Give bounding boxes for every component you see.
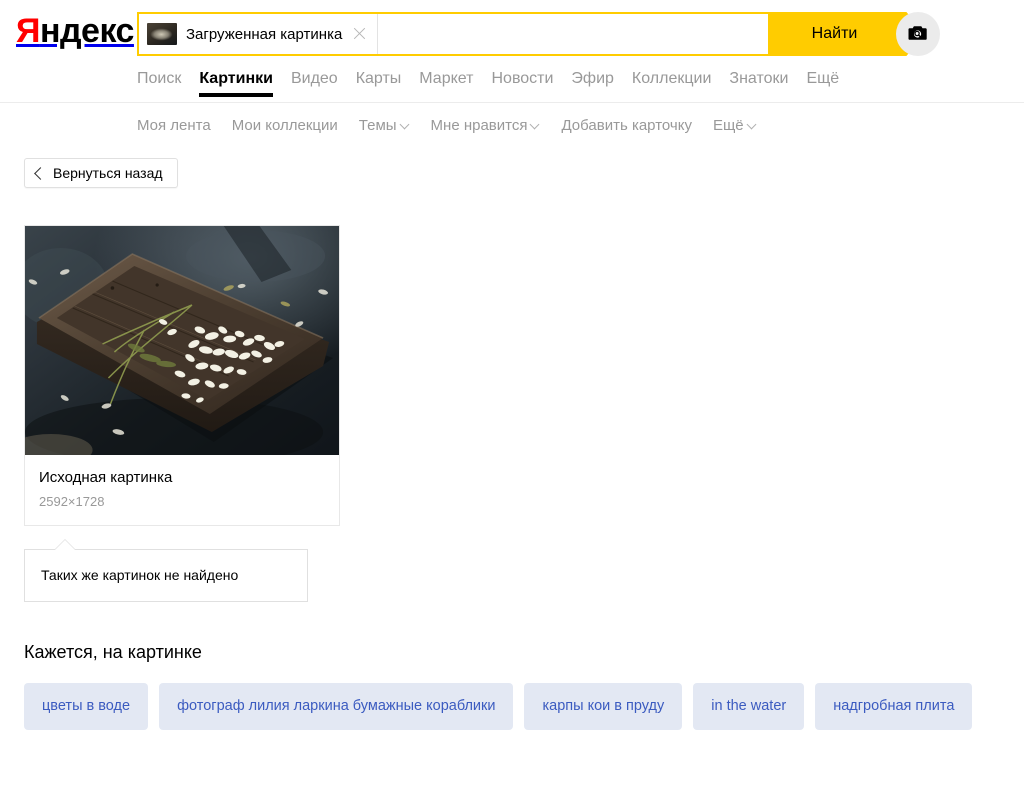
subnav-item-themes[interactable]: Темы	[359, 117, 410, 134]
chevron-down-icon	[531, 120, 540, 129]
logo-letter-ya: Я	[16, 12, 40, 50]
nav-tab-novosti[interactable]: Новости	[491, 69, 553, 97]
nav-tab-video[interactable]: Видео	[291, 69, 338, 97]
suggested-tags-list: цветы в воде фотограф лилия ларкина бума…	[24, 683, 984, 730]
tag-chip[interactable]: карпы кои в пруду	[524, 683, 683, 730]
subnav-item-label: Мои коллекции	[231, 117, 338, 134]
search-input[interactable]	[378, 15, 768, 53]
subnav-item-more[interactable]: Ещё	[713, 117, 757, 134]
search-field[interactable]: Загруженная картинка	[137, 12, 770, 56]
secondary-nav: Моя лента Мои коллекции Темы Мне нравитс…	[137, 117, 757, 134]
source-image-meta: Исходная картинка 2592×1728	[25, 455, 339, 525]
uploaded-image-chip[interactable]: Загруженная картинка	[139, 14, 379, 54]
chevron-down-icon	[748, 120, 757, 129]
tag-chip[interactable]: надгробная плита	[815, 683, 973, 730]
nav-tab-karty[interactable]: Карты	[356, 69, 402, 97]
close-icon[interactable]	[351, 26, 367, 42]
main-nav-tabs: Поиск Картинки Видео Карты Маркет Новост…	[137, 69, 839, 97]
subnav-item-label: Темы	[358, 117, 397, 134]
nav-tab-poisk[interactable]: Поиск	[137, 69, 181, 97]
logo-text-rest: ндекс	[39, 12, 135, 50]
yandex-logo[interactable]: Яндекс	[16, 14, 134, 48]
tag-chip[interactable]: фотограф лилия ларкина бумажные кораблик…	[159, 683, 514, 730]
nav-tab-znatoki[interactable]: Знатоки	[729, 69, 788, 97]
subnav-item-label: Ещё	[712, 117, 744, 134]
camera-search-button[interactable]	[896, 12, 940, 56]
uploaded-image-thumbnail-icon	[147, 23, 177, 45]
tag-chip[interactable]: цветы в воде	[24, 683, 149, 730]
nav-tab-market[interactable]: Маркет	[419, 69, 473, 97]
nav-tab-kartinki[interactable]: Картинки	[199, 69, 273, 97]
nav-tab-efir[interactable]: Эфир	[571, 69, 614, 97]
subnav-item-label: Моя лента	[137, 117, 211, 134]
source-image-card[interactable]: Исходная картинка 2592×1728	[24, 225, 340, 526]
chevron-down-icon	[401, 120, 410, 129]
source-image-photo[interactable]	[25, 226, 339, 455]
tag-chip[interactable]: in the water	[693, 683, 805, 730]
source-image-dimensions: 2592×1728	[39, 494, 105, 509]
nav-tab-kollektsii[interactable]: Коллекции	[632, 69, 711, 97]
no-results-callout-text: Таких же картинок не найдено	[41, 567, 239, 583]
uploaded-image-chip-label: Загруженная картинка	[186, 25, 343, 43]
subnav-item-label: Добавить карточку	[561, 117, 692, 134]
tags-section-heading: Кажется, на картинке	[24, 642, 202, 662]
nav-tab-eshche[interactable]: Ещё	[806, 69, 839, 97]
back-button-label: Вернуться назад	[53, 165, 163, 181]
subnav-item-label: Мне нравится	[430, 117, 528, 134]
camera-search-icon	[908, 24, 928, 45]
subnav-item-my-collections[interactable]: Мои коллекции	[232, 117, 338, 134]
no-results-callout: Таких же картинок не найдено	[24, 539, 308, 602]
subnav-item-i-like[interactable]: Мне нравится	[431, 117, 541, 134]
page-header: Яндекс Загруженная картинка Найти Поиск …	[0, 0, 1024, 103]
back-button[interactable]: Вернуться назад	[24, 158, 178, 188]
subnav-item-my-feed[interactable]: Моя лента	[137, 117, 211, 134]
search-bar: Загруженная картинка Найти	[137, 12, 940, 56]
source-image-title: Исходная картинка	[39, 469, 173, 486]
subnav-item-add-card[interactable]: Добавить карточку	[561, 117, 691, 134]
chevron-left-icon	[34, 166, 47, 180]
